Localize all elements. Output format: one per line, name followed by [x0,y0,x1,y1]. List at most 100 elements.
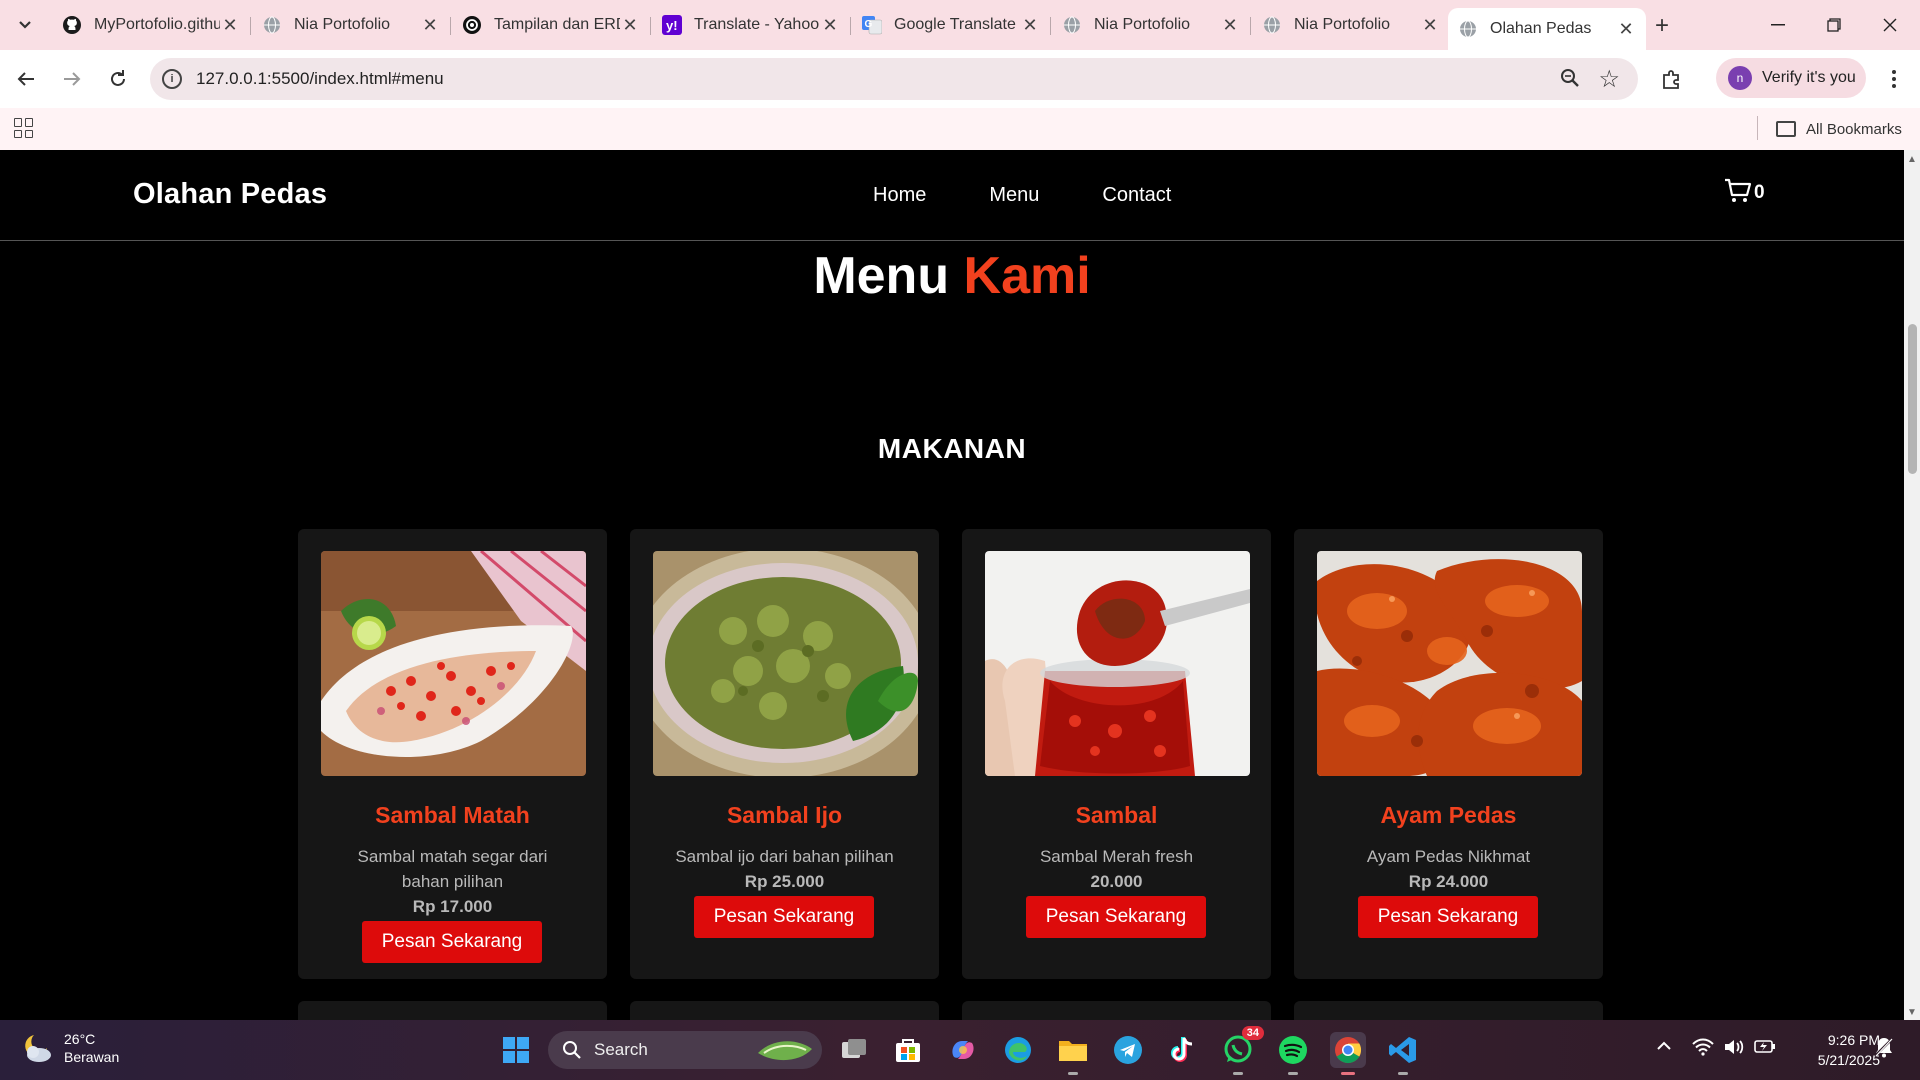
tab-nia-portofolio-1[interactable]: Nia Portofolio ✕ [252,8,451,42]
show-hidden-icons-button[interactable] [1656,1038,1672,1056]
file-explorer-button[interactable] [1055,1032,1091,1075]
close-tab-icon[interactable]: ✕ [1220,15,1240,36]
close-tab-icon[interactable]: ✕ [420,15,440,36]
all-bookmarks-label: All Bookmarks [1806,120,1902,138]
tiktok-button[interactable] [1165,1032,1201,1068]
github-icon [62,15,82,35]
kebab-menu-icon [1892,70,1896,88]
order-button[interactable]: Pesan Sekarang [694,896,874,938]
wifi-icon[interactable] [1692,1038,1714,1061]
nav-contact-link[interactable]: Contact [1102,184,1171,207]
site-info-icon[interactable]: i [162,69,182,89]
tab-myportofolio[interactable]: MyPortofolio.github.io ✕ [52,8,251,42]
menu-item-description: Sambal ijo dari bahan pilihan Rp 25.000 [670,844,899,894]
close-tab-icon[interactable]: ✕ [620,15,640,36]
forward-button[interactable] [56,63,88,95]
taskbar-search[interactable]: Search [548,1031,822,1069]
spotify-button[interactable] [1275,1032,1311,1075]
menu-item-description: Ayam Pedas Nikhmat Rp 24.000 [1334,844,1563,894]
profile-verify-button[interactable]: n Verify it's you [1716,58,1866,98]
back-button[interactable] [10,63,42,95]
clock-time: 9:26 PM [1827,1032,1880,1048]
chevron-down-icon [19,21,31,29]
telegram-button[interactable] [1110,1032,1146,1068]
svg-text:y!: y! [666,18,678,33]
menu-item-image [1317,551,1582,776]
zoom-icon[interactable] [1560,68,1580,93]
order-button[interactable]: Pesan Sekarang [1026,896,1206,938]
bookmark-star-icon[interactable]: ☆ [1598,65,1620,94]
order-button[interactable]: Pesan Sekarang [1358,896,1538,938]
close-tab-icon[interactable]: ✕ [820,15,840,36]
site-logo[interactable]: Olahan Pedas [133,178,327,211]
weather-widget[interactable]: 26°C Berawan [20,1030,119,1066]
tab-search-button[interactable] [10,10,40,40]
reload-button[interactable] [102,63,134,95]
page-scrollbar[interactable]: ▲ ▼ [1904,150,1920,1020]
all-bookmarks-button[interactable]: All Bookmarks [1776,114,1902,144]
menu-card-next-row [630,1001,939,1020]
battery-icon[interactable] [1754,1038,1776,1059]
tab-tampilan-erd[interactable]: Tampilan dan ERD ✕ [452,8,651,42]
close-tab-icon[interactable]: ✕ [220,15,240,36]
tab-title: Tampilan dan ERD [494,16,620,33]
bookmarks-bar: All Bookmarks [0,108,1920,150]
tab-olahan-pedas[interactable]: Olahan Pedas ✕ [1448,8,1646,50]
order-button[interactable]: Pesan Sekarang [362,921,542,963]
tab-translate-yahoo[interactable]: y! Translate - Yahoo ✕ [652,8,851,42]
menu-item-desc-text: Ayam Pedas Nikhmat [1366,847,1531,866]
nav-home-link[interactable]: Home [873,184,926,207]
close-tab-icon[interactable]: ✕ [1616,19,1636,40]
menu-item-price: Rp 24.000 [1408,872,1489,891]
vscode-button[interactable] [1385,1032,1421,1075]
url-text[interactable]: 127.0.0.1:5500/index.html#menu [196,69,444,89]
weather-temperature: 26°C [64,1031,96,1047]
menu-card-next-row [298,1001,607,1020]
whatsapp-button[interactable]: 34 [1220,1026,1264,1075]
cart-button[interactable]: 0 [1724,178,1765,204]
reload-icon [111,70,125,86]
menu-item-name: Sambal Matah [375,802,530,828]
new-tab-button[interactable]: + [1648,12,1676,40]
tab-google-translate[interactable]: G Google Translate ✕ [852,8,1051,42]
nav-menu-link[interactable]: Menu [989,184,1039,207]
address-bar[interactable]: i 127.0.0.1:5500/index.html#menu ☆ [150,58,1638,100]
task-view-button[interactable] [836,1032,872,1068]
menu-item-desc-text: Sambal Merah fresh [1039,847,1194,866]
start-button[interactable] [498,1032,534,1068]
restore-button[interactable] [1806,8,1862,42]
close-tab-icon[interactable]: ✕ [1020,15,1040,36]
menu-card: Sambal Matah Sambal matah segar dari bah… [298,529,607,979]
copilot-button[interactable] [945,1032,981,1068]
apps-grid-icon[interactable] [14,118,34,138]
scroll-down-icon[interactable]: ▼ [1907,1007,1917,1018]
tab-nia-portofolio-2[interactable]: Nia Portofolio ✕ [1052,8,1251,42]
menu-card: Sambal Sambal Merah fresh 20.000 Pesan S… [962,529,1271,979]
store-icon [896,1039,920,1062]
menu-item-image [985,551,1250,776]
notifications-icon[interactable] [1874,1036,1894,1063]
edge-button[interactable] [1000,1032,1036,1068]
search-label: Search [594,1040,648,1059]
folder-icon [1059,1041,1087,1061]
close-tab-icon[interactable]: ✕ [1420,15,1440,36]
menu-item-price: Rp 17.000 [412,897,493,916]
windows-logo-icon [503,1037,529,1063]
chrome-button[interactable] [1330,1032,1366,1075]
menu-card: Sambal Ijo Sambal ijo dari bahan pilihan… [630,529,939,979]
taskbar-clock[interactable]: 9:26 PM 5/21/2025 [1788,1030,1880,1070]
menu-item-name: Sambal [1075,802,1158,828]
volume-icon[interactable] [1723,1038,1745,1061]
section-title-accent: Kami [963,247,1091,305]
scroll-up-icon[interactable]: ▲ [1907,154,1917,165]
minimize-button[interactable] [1750,8,1806,42]
globe-icon [1262,15,1282,35]
menu-card-next-row [962,1001,1271,1020]
scrollbar-thumb[interactable] [1908,324,1917,474]
tab-nia-portofolio-3[interactable]: Nia Portofolio ✕ [1252,8,1450,42]
back-arrow-icon [17,72,34,86]
close-window-button[interactable] [1862,8,1918,42]
microsoft-store-button[interactable] [890,1032,926,1068]
extensions-button[interactable] [1656,63,1688,95]
browser-menu-button[interactable] [1880,63,1908,95]
